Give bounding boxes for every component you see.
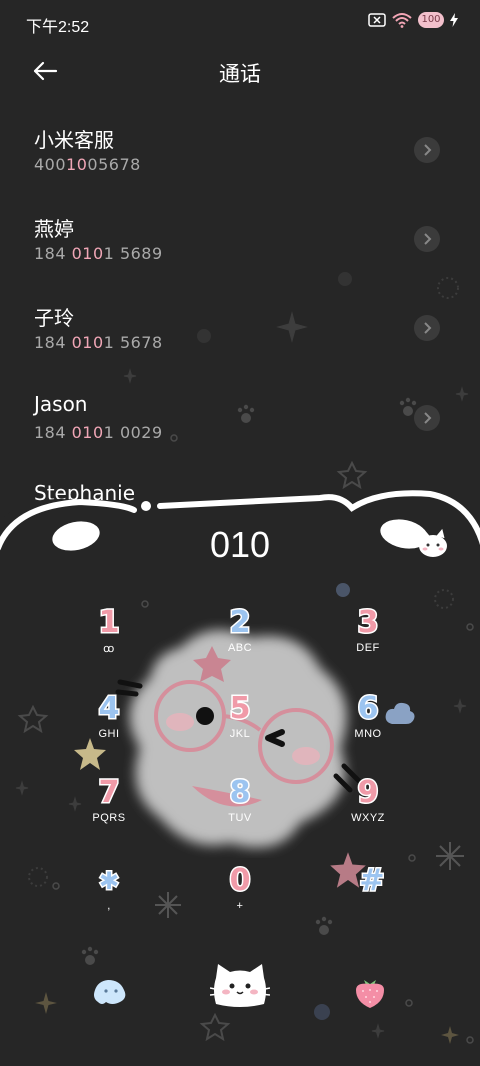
- key-7[interactable]: 7 PQRS: [54, 774, 164, 846]
- key-digit: 5: [228, 690, 252, 727]
- contact-name: 子玲: [34, 306, 74, 330]
- battery-icon: 100: [418, 12, 444, 28]
- contact-detail-button[interactable]: [414, 405, 440, 431]
- number-prefix: 400: [34, 155, 67, 174]
- contact-detail-button[interactable]: [414, 315, 440, 341]
- number-match: 010: [71, 423, 104, 442]
- dial-pad: 010 1ꝏ 2 ABC 3 DEF 4 GHI 5 JKL 6 MNO 7 PQRS 8T…: [0, 488, 480, 1066]
- wifi-icon: [392, 13, 412, 28]
- number-suffix: 1 5678: [103, 333, 163, 352]
- contact-number: 4001005678: [34, 155, 141, 174]
- chevron-right-icon: [424, 412, 432, 424]
- contact-number: 184 0101 5689: [34, 244, 163, 263]
- key-4[interactable]: 4 GHI: [54, 690, 164, 762]
- key-letters: WXYZ: [351, 812, 385, 824]
- contact-item[interactable]: 小米客服 4001005678: [0, 112, 480, 192]
- battery-level: 100: [421, 14, 441, 25]
- key-3[interactable]: 3 DEF: [313, 604, 423, 676]
- contact-number: 184 0101 0029: [34, 423, 163, 442]
- hide-dialpad-button[interactable]: [92, 976, 128, 1006]
- key-2[interactable]: 2 ABC: [185, 604, 295, 676]
- key-9[interactable]: 9 WXYZ: [313, 774, 423, 846]
- key-8[interactable]: 8 TUV: [185, 774, 295, 846]
- contact-name: Jason: [34, 392, 88, 416]
- number-suffix: 05678: [87, 155, 141, 174]
- contact-detail-button[interactable]: [414, 226, 440, 252]
- key-0[interactable]: 0 +: [185, 862, 295, 934]
- number-match: 10: [66, 155, 88, 174]
- sim-off-icon: [368, 13, 386, 27]
- key-6[interactable]: 6 MNO: [313, 690, 423, 762]
- key-digit: 8: [228, 774, 252, 811]
- charging-icon: [450, 13, 458, 27]
- key-digit: 3: [356, 604, 380, 641]
- status-icons: 100: [368, 12, 458, 28]
- contact-detail-button[interactable]: [414, 137, 440, 163]
- call-button[interactable]: [210, 960, 270, 1010]
- key-letters: TUV: [228, 812, 252, 824]
- key-digit: 0: [228, 862, 252, 899]
- number-suffix: 1 0029: [103, 423, 163, 442]
- key-digit: 2: [228, 604, 252, 641]
- contact-item[interactable]: 燕婷 184 0101 5689: [0, 201, 480, 281]
- key-digit: #: [358, 862, 386, 899]
- contact-item[interactable]: Jason 184 0101 0029: [0, 380, 480, 460]
- key-hash[interactable]: #: [317, 862, 427, 934]
- number-prefix: 184: [34, 244, 72, 263]
- contact-name: 小米客服: [34, 128, 114, 152]
- status-bar: 下午2:52 100: [0, 0, 480, 44]
- key-letters: DEF: [356, 642, 380, 654]
- key-letters: JKL: [229, 728, 251, 740]
- number-prefix: 184: [34, 333, 72, 352]
- key-5[interactable]: 5 JKL: [185, 690, 295, 762]
- voicemail-icon: ꝏ: [103, 643, 115, 655]
- key-star[interactable]: ✱,: [54, 864, 164, 934]
- key-letters: PQRS: [92, 812, 126, 824]
- key-letters: MNO: [354, 728, 382, 740]
- chevron-right-icon: [424, 144, 432, 156]
- header: 通话: [0, 50, 480, 94]
- contact-name: 燕婷: [34, 217, 74, 241]
- number-prefix: 184: [34, 423, 72, 442]
- key-letters: +: [236, 900, 244, 912]
- contact-number: 184 0101 5678: [34, 333, 163, 352]
- key-digit: 7: [97, 774, 121, 811]
- dialed-number[interactable]: 010: [0, 524, 480, 566]
- chevron-right-icon: [424, 322, 432, 334]
- key-digit: ✱: [97, 866, 120, 897]
- number-match: 010: [71, 244, 104, 263]
- key-letters: ,: [107, 900, 111, 912]
- number-match: 010: [71, 333, 104, 352]
- key-digit: 9: [356, 774, 380, 811]
- key-digit: 1: [97, 604, 121, 641]
- key-digit: 4: [97, 690, 121, 727]
- key-letters: GHI: [98, 728, 120, 740]
- key-1[interactable]: 1ꝏ: [54, 604, 164, 676]
- key-letters: ABC: [227, 642, 253, 654]
- contact-item[interactable]: 子玲 184 0101 5678: [0, 290, 480, 370]
- menu-strawberry-button[interactable]: [352, 974, 388, 1010]
- number-suffix: 1 5689: [103, 244, 163, 263]
- status-time: 下午2:52: [26, 19, 90, 36]
- page-title: 通话: [219, 62, 261, 86]
- chevron-right-icon: [424, 233, 432, 245]
- key-digit: 6: [356, 690, 380, 727]
